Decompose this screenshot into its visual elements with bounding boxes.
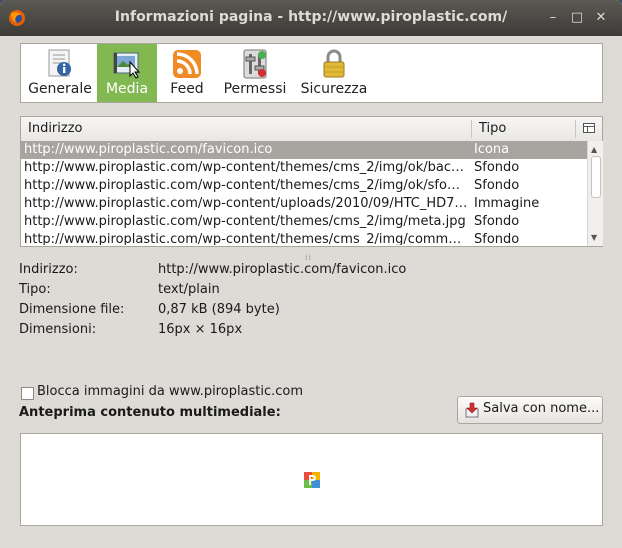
permissions-sliders-icon [243, 49, 267, 79]
close-button[interactable]: ✕ [594, 11, 608, 25]
media-row-type: Sfondo [474, 214, 520, 229]
media-row[interactable]: http://www.piroplastic.com/wp-content/th… [21, 159, 587, 177]
info-page-icon [48, 49, 71, 77]
column-divider [575, 120, 576, 138]
scrollbar-thumb[interactable] [591, 156, 601, 198]
save-as-button-label: Salva con nome... [483, 401, 600, 416]
media-row-type: Sfondo [474, 160, 520, 175]
media-row[interactable]: http://www.piroplastic.com/wp-content/th… [21, 177, 587, 195]
tab-media-label: Media [105, 81, 149, 97]
media-row-type: Immagine [474, 196, 540, 211]
file-size-label: Dimensione file: [19, 302, 125, 317]
column-picker-icon[interactable] [583, 122, 595, 134]
media-row[interactable]: http://www.piroplastic.com/wp-content/th… [21, 213, 587, 231]
minimize-button[interactable]: – [546, 11, 560, 25]
preview-heading: Anteprima contenuto multimediale: [19, 405, 281, 420]
media-row-address: http://www.piroplastic.com/wp-content/th… [24, 160, 468, 175]
media-icon [113, 52, 141, 79]
scroll-down-icon[interactable]: ▼ [591, 233, 600, 242]
title-bar[interactable]: Informazioni pagina - http://www.piropla… [0, 0, 622, 36]
tab-permessi[interactable]: Permessi [217, 44, 293, 102]
rss-feed-icon [173, 50, 201, 78]
dimensions-label: Dimensioni: [19, 322, 97, 337]
media-list-scrollbar[interactable]: ▲ ▼ [587, 141, 603, 246]
tab-permessi-label: Permessi [223, 81, 287, 97]
media-row-address: http://www.piroplastic.com/wp-content/th… [24, 178, 468, 193]
column-header-address[interactable]: Indirizzo [28, 121, 83, 136]
media-list-header: Indirizzo Tipo [21, 117, 602, 142]
scroll-up-icon[interactable]: ▲ [591, 145, 600, 154]
media-row-type: Sfondo [474, 178, 520, 193]
section-toolbar: Generale Media Feed Permessi Sicurezza [20, 43, 603, 103]
tab-generale[interactable]: Generale [24, 44, 96, 102]
padlock-icon [323, 49, 345, 78]
column-divider[interactable] [471, 120, 472, 138]
block-images-label[interactable]: Blocca immagini da www.piroplastic.com [37, 384, 303, 399]
media-row-address: http://www.piroplastic.com/wp-content/th… [24, 232, 468, 245]
media-row-address: http://www.piroplastic.com/favicon.ico [24, 142, 273, 157]
tab-sicurezza-label: Sicurezza [300, 81, 368, 97]
media-row[interactable]: http://www.piroplastic.com/favicon.ico I… [21, 141, 587, 159]
media-row-address: http://www.piroplastic.com/wp-content/th… [24, 214, 466, 229]
media-row[interactable]: http://www.piroplastic.com/wp-content/up… [21, 195, 587, 213]
dimensions-value: 16px × 16px [158, 322, 243, 337]
type-label: Tipo: [19, 282, 51, 297]
tab-sicurezza[interactable]: Sicurezza [294, 44, 374, 102]
save-download-icon [465, 402, 479, 418]
tab-generale-label: Generale [28, 81, 92, 97]
media-preview-area [20, 433, 603, 526]
tab-feed[interactable]: Feed [158, 44, 216, 102]
favicon-preview-icon [304, 472, 320, 488]
column-header-type[interactable]: Tipo [479, 121, 506, 136]
tab-feed-label: Feed [170, 81, 204, 97]
media-row-type: Icona [474, 142, 510, 157]
block-images-checkbox[interactable] [21, 387, 34, 400]
address-label: Indirizzo: [19, 262, 78, 277]
file-size-value: 0,87 kB (894 byte) [158, 302, 280, 317]
media-row[interactable]: http://www.piroplastic.com/wp-content/th… [21, 231, 587, 245]
type-value: text/plain [158, 282, 220, 297]
save-as-button[interactable]: Salva con nome... [457, 396, 603, 424]
tab-media[interactable]: Media [97, 44, 157, 102]
media-row-address: http://www.piroplastic.com/wp-content/up… [24, 196, 468, 211]
splitter-grip[interactable]: ⁞⁞ [305, 253, 315, 262]
media-row-type: Sfondo [474, 232, 520, 245]
media-list[interactable]: Indirizzo Tipo http://www.piroplastic.co… [20, 116, 603, 247]
address-value: http://www.piroplastic.com/favicon.ico [158, 262, 407, 277]
page-info-window: Informazioni pagina - http://www.piropla… [0, 0, 622, 548]
maximize-button[interactable]: □ [570, 11, 584, 25]
window-title: Informazioni pagina - http://www.piropla… [114, 9, 508, 25]
